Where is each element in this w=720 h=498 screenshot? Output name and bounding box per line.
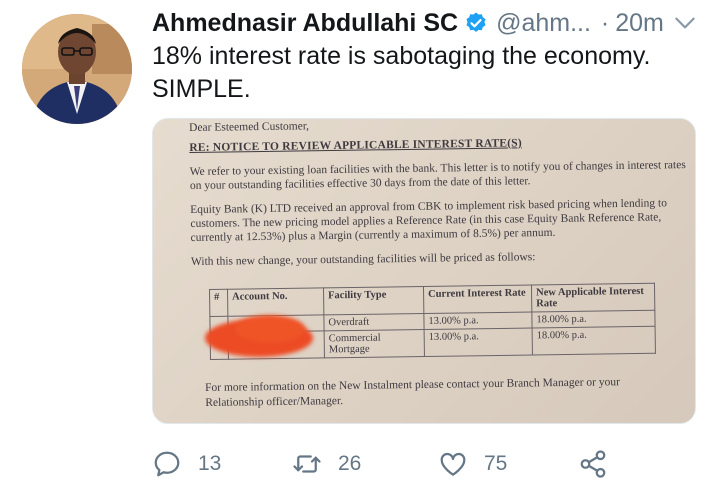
tweet-header: Ahmednasir Abdullahi SC @ahm... · 20m [152,8,698,38]
reply-button[interactable]: 13 [152,444,221,484]
avatar[interactable] [22,14,132,124]
table-cell: 18.00% p.a. [532,326,656,355]
table-cell: 18.00% p.a. [531,310,656,328]
avatar-image [22,14,132,124]
chevron-down-icon[interactable] [672,10,698,36]
tweet-text-line: SIMPLE. [152,75,251,103]
separator-dot: · [600,8,610,37]
verified-badge-icon [466,12,486,32]
table-cell: 13.00% p.a. [423,311,533,330]
table-cell: Overdraft [323,313,425,331]
retweet-icon [293,455,321,473]
like-button[interactable]: 75 [438,444,507,484]
letter-body: Dear Esteemed Customer, RE: NOTICE TO RE… [189,119,691,269]
tweet-action-bar: 13 26 75 [152,444,632,484]
tweet-text: 18% interest rate is sabotaging the econ… [152,40,692,106]
redaction-mark [235,315,305,343]
table-header: New Applicable Interest Rate [531,283,655,312]
author-handle[interactable]: @ahm... [496,9,591,38]
reply-icon [154,451,180,477]
letter-greeting: Dear Esteemed Customer, [189,120,310,134]
reply-count: 13 [198,452,222,475]
author-name[interactable]: Ahmednasir Abdullahi SC [152,9,458,38]
share-icon [580,450,606,478]
table-header: Facility Type [323,286,424,315]
letter-paragraph: Equity Bank (K) LTD received an approval… [190,197,667,244]
like-count: 75 [484,452,508,475]
table-header: Current Interest Rate [423,284,532,314]
retweet-button[interactable]: 26 [292,444,361,484]
letter-paragraph: We refer to your existing loan facilitie… [189,159,686,192]
tweet-timestamp[interactable]: 20m [615,9,664,38]
table-cell: Commercial Mortgage [324,329,425,358]
table-header: # [209,289,228,317]
letter-subject: RE: NOTICE TO REVIEW APPLICABLE INTEREST… [189,137,522,154]
share-button[interactable] [578,444,608,484]
table-cell: 13.00% p.a. [424,327,533,357]
tweet-media-image[interactable]: Dear Esteemed Customer, RE: NOTICE TO RE… [152,118,696,424]
like-icon [440,452,466,476]
tweet-text-line: 18% interest rate is sabotaging the econ… [152,42,651,70]
retweet-count: 26 [338,452,362,475]
table-header: Account No. [227,287,324,317]
